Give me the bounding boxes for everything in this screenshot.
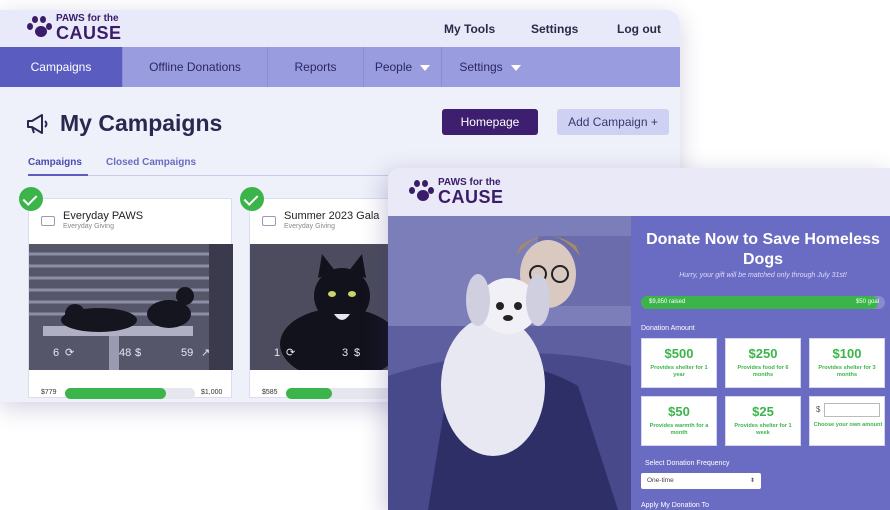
tab-reports[interactable]: Reports — [268, 47, 364, 87]
stat-value: 1 — [274, 347, 281, 359]
frequency-select[interactable]: One-time ⬍ — [641, 473, 761, 489]
amount-desc: Provides warmth for a month — [649, 423, 709, 436]
dollar-icon: $ — [354, 347, 361, 359]
tab-campaigns[interactable]: Campaigns — [0, 47, 123, 87]
apply-donation-label: Apply My Donation To — [641, 502, 709, 509]
donation-subtitle: Hurry, your gift will be matched only th… — [679, 272, 847, 279]
paws-logo[interactable]: PAWS for the CAUSE — [26, 14, 122, 42]
donation-window: PAWS for the CAUSE Donate Now to Save Ho… — [388, 168, 890, 510]
campaign-card[interactable]: Everyday PAWS Everyday Giving 6 ⟳ 48 $ 5… — [19, 187, 233, 399]
amount-desc: Provides shelter for 3 months — [818, 365, 876, 378]
subtab-campaigns[interactable]: Campaigns — [28, 157, 82, 168]
tab-people-label: People — [374, 60, 413, 74]
check-icon — [19, 187, 43, 211]
select-arrows-icon: ⬍ — [749, 478, 755, 484]
subtab-active-indicator — [28, 174, 88, 176]
tab-offline-donations-label: Offline Donations — [149, 60, 241, 74]
amount-value: $100 — [832, 346, 862, 361]
amount-option-25[interactable]: $25 Provides shelter for 1 week — [725, 396, 801, 446]
stat-value: 6 — [53, 347, 60, 359]
donation-title: Donate Now to Save Homeless Dogs — [646, 231, 880, 268]
currency-symbol: $ — [816, 405, 821, 414]
donation-amount-label: Donation Amount — [641, 325, 695, 332]
amount-desc: Provides shelter for 1 year — [650, 365, 708, 378]
campaign-type: Everyday Giving — [63, 223, 114, 230]
tab-reports-label: Reports — [294, 60, 337, 74]
frequency-value: One-time — [647, 477, 674, 484]
amount-desc: Provides food for 6 months — [737, 365, 789, 378]
amount-option-250[interactable]: $250 Provides food for 6 months — [725, 338, 801, 388]
amount-desc: Provides shelter for 1 week — [734, 423, 792, 436]
my-tools-link[interactable]: My Tools — [444, 22, 495, 36]
campaign-progress-fill — [65, 388, 167, 399]
refresh-icon: ⟳ — [286, 347, 296, 359]
campaign-type: Everyday Giving — [284, 223, 335, 230]
tab-offline-donations[interactable]: Offline Donations — [123, 47, 268, 87]
amount-value: $25 — [752, 404, 774, 419]
donation-form-panel: Donate Now to Save Homeless Dogs Hurry, … — [631, 216, 890, 510]
stat-value: 48 — [119, 347, 132, 359]
paw-icon — [408, 179, 434, 205]
amount-option-500[interactable]: $500 Provides shelter for 1 year — [641, 338, 717, 388]
goal-target-text: $50 goal — [855, 299, 879, 305]
campaign-name: Summer 2023 Gala — [284, 210, 380, 222]
campaign-raised: $779 — [41, 389, 57, 396]
campaign-icon — [262, 216, 276, 226]
chevron-down-icon — [510, 64, 521, 71]
stat-value: 59 — [181, 347, 194, 359]
amount-value: $250 — [748, 346, 778, 361]
campaign-raised: $585 — [262, 389, 278, 396]
frequency-label: Select Donation Frequency — [645, 460, 730, 467]
dollar-icon: $ — [135, 347, 142, 359]
dashboard-topbar: PAWS for the CAUSE My Tools Settings Log… — [0, 10, 680, 47]
homepage-button[interactable]: Homepage — [442, 109, 538, 135]
campaign-goal: $1,000 — [201, 389, 223, 396]
marketing-stage: PAWS for the CAUSE My Tools Settings Log… — [0, 0, 890, 510]
hero-photo — [388, 216, 631, 510]
campaign-progress — [65, 388, 195, 399]
main-nav: Campaigns Offline Donations Reports Peop… — [0, 47, 680, 87]
page-title: My Campaigns — [60, 110, 223, 136]
check-icon — [240, 187, 264, 211]
amount-value: $50 — [668, 404, 690, 419]
megaphone-icon — [27, 114, 48, 134]
goal-progress: $9,850 raised $50 goal — [641, 296, 885, 309]
campaign-progress-fill — [286, 388, 332, 399]
refresh-icon: ⟳ — [65, 347, 75, 359]
logo-wordmark: CAUSE — [56, 23, 122, 43]
logout-link[interactable]: Log out — [617, 22, 661, 36]
tab-settings-label: Settings — [459, 60, 503, 74]
settings-link[interactable]: Settings — [531, 22, 578, 36]
add-campaign-button[interactable]: Add Campaign + — [557, 109, 669, 135]
campaign-name: Everyday PAWS — [63, 210, 144, 222]
campaign-icon — [41, 216, 55, 226]
logo-wordmark: CAUSE — [438, 187, 504, 207]
amount-option-50[interactable]: $50 Provides warmth for a month — [641, 396, 717, 446]
paws-logo[interactable]: PAWS for the CAUSE — [408, 178, 504, 206]
chevron-down-icon — [420, 64, 431, 71]
tab-people[interactable]: People — [364, 47, 442, 87]
paw-icon — [26, 15, 52, 41]
amount-option-custom[interactable]: $ Choose your own amount — [809, 396, 885, 446]
amount-value: $500 — [664, 346, 694, 361]
custom-amount-input[interactable] — [824, 403, 880, 417]
tab-settings[interactable]: Settings — [442, 47, 538, 87]
amount-desc: Choose your own amount — [813, 422, 883, 428]
stat-value: 3 — [342, 347, 349, 359]
goal-raised-text: $9,850 raised — [649, 299, 686, 305]
subtab-closed-campaigns[interactable]: Closed Campaigns — [106, 157, 196, 168]
tab-campaigns-label: Campaigns — [30, 60, 92, 74]
trend-icon: ↗ — [201, 347, 211, 359]
amount-option-100[interactable]: $100 Provides shelter for 3 months — [809, 338, 885, 388]
